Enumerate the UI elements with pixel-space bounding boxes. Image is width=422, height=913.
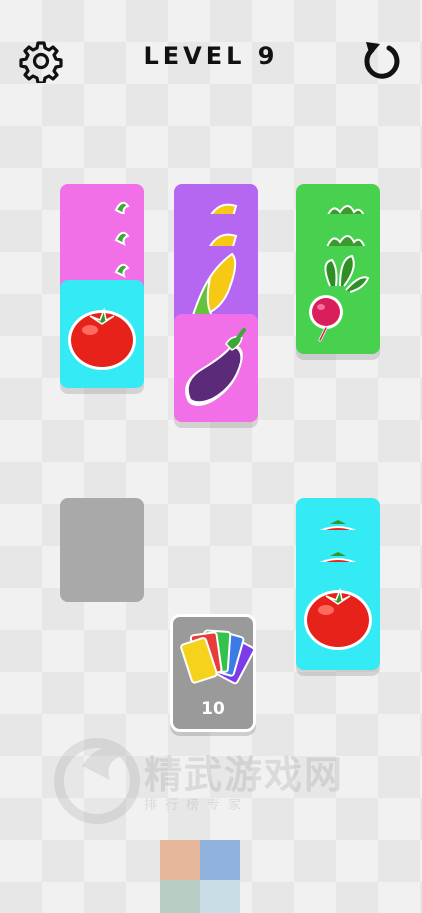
watermark-logo: 精武游戏网 排行榜专家 — [52, 726, 392, 836]
swatch-sage — [160, 880, 200, 913]
draw-deck[interactable]: 10 — [170, 614, 256, 732]
card-tomato[interactable] — [296, 562, 380, 670]
swatch-lightblue — [200, 880, 240, 913]
deck-count: 10 — [201, 699, 225, 719]
card-tomato[interactable] — [60, 280, 144, 388]
eggplant-icon — [185, 328, 246, 406]
card-eggplant[interactable] — [174, 314, 258, 422]
swatch-peach — [160, 840, 200, 880]
watermark-brand: 精武游戏网 — [144, 753, 345, 797]
watermark-emblem-icon — [54, 738, 140, 824]
watermark-tagline: 排行榜专家 — [144, 798, 250, 813]
card-fan-icon — [180, 629, 253, 685]
swatch-blue — [200, 840, 240, 880]
restart-icon[interactable] — [358, 38, 404, 84]
tomato-icon — [304, 587, 372, 650]
empty-card-slot[interactable] — [60, 498, 144, 602]
radish-icon — [309, 254, 370, 342]
card-radish[interactable] — [296, 246, 380, 354]
tomato-icon — [68, 307, 136, 370]
top-bar: LEVEL 9 — [0, 0, 422, 120]
